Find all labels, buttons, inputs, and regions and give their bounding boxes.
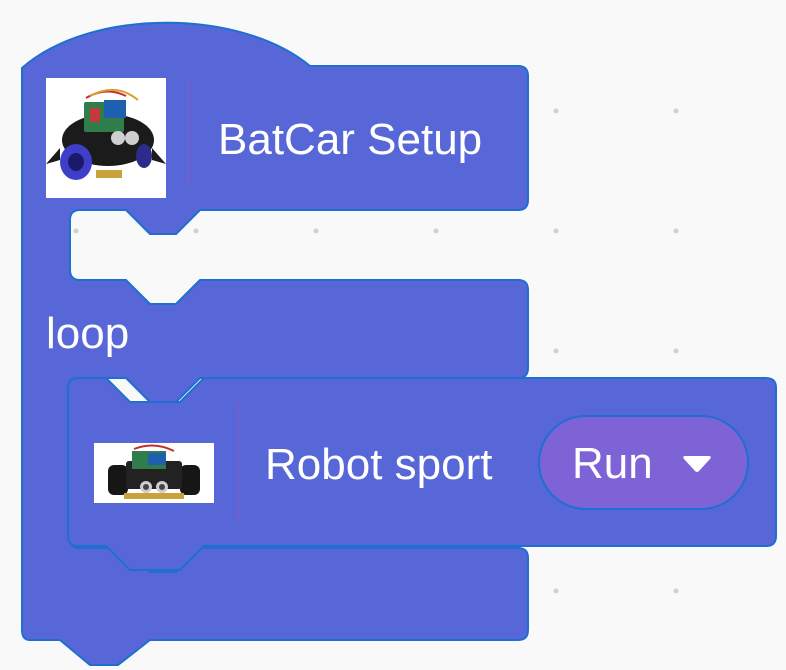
motion-dropdown[interactable]: Run bbox=[538, 415, 749, 510]
loop-label: loop bbox=[46, 309, 130, 358]
blocks-workspace[interactable]: BatCar Setup loop Robot sport Run bbox=[0, 0, 786, 670]
dropdown-value: Run bbox=[572, 439, 653, 488]
robot-sport-label: Robot sport bbox=[265, 440, 493, 489]
triangle-down-icon bbox=[683, 456, 711, 472]
robot-car-front-view-icon bbox=[94, 443, 214, 503]
setup-divider bbox=[188, 78, 190, 186]
robot-car-top-view-icon bbox=[46, 78, 166, 198]
setup-block-label: BatCar Setup bbox=[218, 115, 483, 164]
robot-sport-divider bbox=[237, 402, 239, 522]
